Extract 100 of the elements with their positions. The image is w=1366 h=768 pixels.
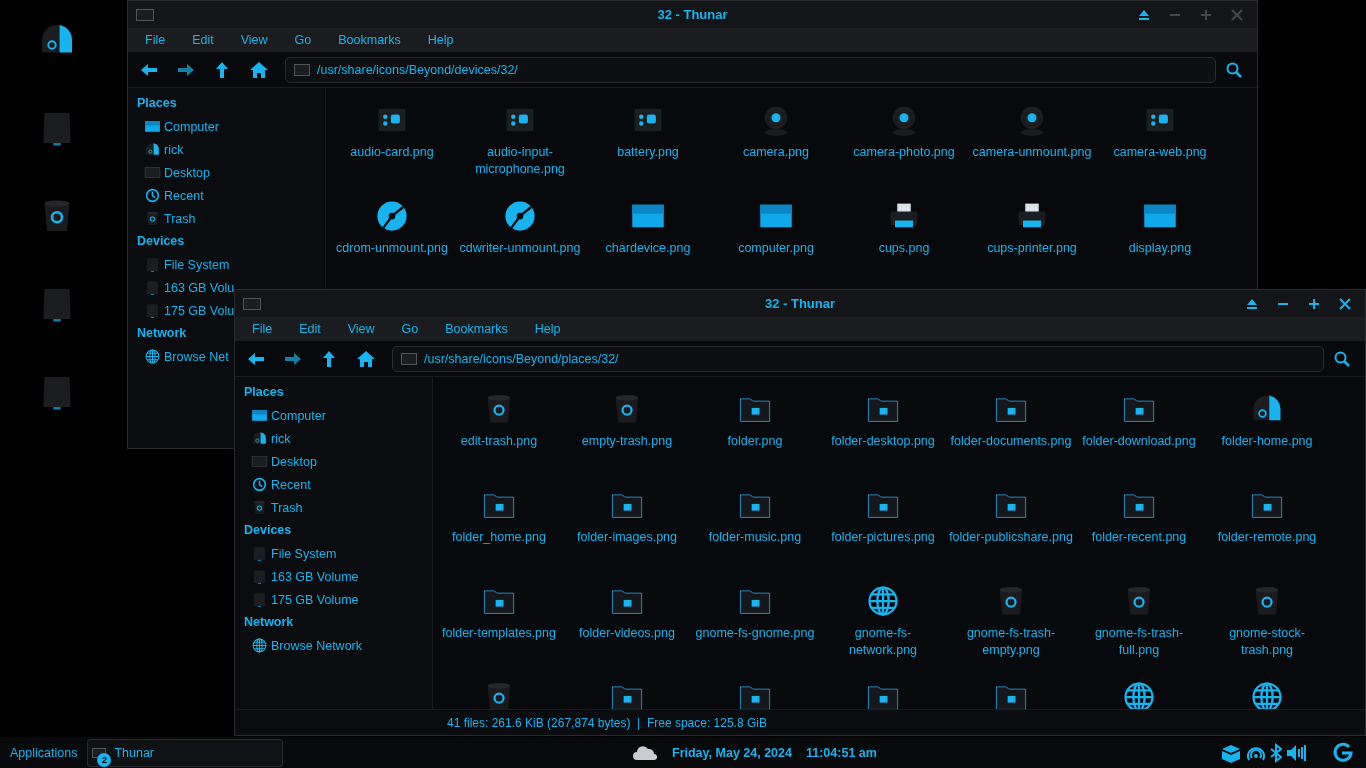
shade-icon[interactable]	[1138, 9, 1150, 20]
clock-icon	[144, 187, 161, 204]
file-name[interactable]: edit-trash.png	[460, 433, 538, 450]
file-name[interactable]: gnome-stock-trash.png	[1205, 625, 1329, 659]
back-icon[interactable]	[141, 62, 157, 77]
sidebar-item[interactable]: File System	[144, 253, 230, 276]
sidebar-item[interactable]: rick	[251, 427, 291, 450]
window-icon	[136, 8, 154, 21]
power-icon[interactable]	[1332, 741, 1354, 764]
task-button[interactable]: 2 Thunar	[87, 738, 284, 767]
menu-item[interactable]: Help	[420, 33, 464, 47]
file-name[interactable]: camera-web.png	[1113, 144, 1207, 161]
menu-item[interactable]: Help	[527, 322, 571, 336]
sidebar-item[interactable]: Trash	[251, 496, 303, 519]
globe-icon	[1121, 679, 1157, 709]
sidebar-item[interactable]: Recent	[144, 184, 204, 207]
status-text: 41 files: 261.6 KiB (267,874 bytes) | Free space: 125.8 GiB	[447, 715, 767, 730]
sidebar-item[interactable]: Recent	[251, 473, 311, 496]
file-name[interactable]: folder-download.png	[1082, 433, 1196, 450]
file-name[interactable]: gnome-fs-gnome.png	[695, 625, 815, 642]
drive-icon	[251, 568, 268, 585]
file-name[interactable]: camera.png	[743, 144, 809, 161]
menu-item[interactable]: File	[138, 33, 176, 47]
sidebar-item[interactable]: Computer	[144, 115, 219, 138]
file-name[interactable]: audio-card.png	[350, 144, 434, 161]
menu-item[interactable]: Go	[394, 322, 429, 336]
globe-icon	[144, 348, 161, 365]
home-drive-icon	[144, 141, 161, 158]
file-name[interactable]: camera-photo.png	[853, 144, 955, 161]
window-icon	[243, 297, 261, 310]
desktop-icon	[251, 453, 268, 470]
file-name[interactable]: audio-input-microphone.png	[458, 144, 582, 178]
file-name[interactable]: cups-printer.png	[987, 240, 1077, 257]
folder-icon	[294, 63, 310, 76]
sidebar-item[interactable]: Computer	[251, 404, 326, 427]
file-name[interactable]: folder-recent.png	[1091, 529, 1187, 546]
bluetooth-icon[interactable]	[1270, 742, 1282, 763]
file-name[interactable]: folder-templates.png	[442, 625, 556, 642]
sidebar-item[interactable]: Browse Network	[251, 634, 362, 657]
file-name[interactable]: cups.png	[878, 240, 930, 257]
file-name[interactable]: folder-publicshare.png	[949, 529, 1073, 546]
sidebar-item[interactable]: 163 GB Volu	[144, 276, 235, 299]
file-name[interactable]: gnome-fs-trash-full.png	[1077, 625, 1201, 659]
file-name[interactable]: camera-unmount.png	[972, 144, 1092, 161]
file-name[interactable]: computer.png	[738, 240, 814, 257]
up-icon[interactable]	[322, 350, 336, 367]
sidebar-item[interactable]: Trash	[144, 207, 196, 230]
up-icon[interactable]	[215, 61, 229, 78]
menu-item[interactable]: Edit	[185, 33, 224, 47]
sidebar-heading: Devices	[137, 233, 185, 250]
back-icon[interactable]	[248, 351, 264, 366]
sidebar-item[interactable]: File System	[251, 542, 337, 565]
maximize-icon[interactable]	[1308, 297, 1320, 310]
file-name[interactable]: folder-pictures.png	[831, 529, 935, 546]
file-name[interactable]: cdwriter-unmount.png	[459, 240, 581, 257]
file-name[interactable]: gnome-fs-trash-empty.png	[949, 625, 1073, 659]
sidebar-heading: Devices	[244, 522, 292, 539]
home-icon[interactable]	[357, 350, 375, 367]
menu-item[interactable]: View	[340, 322, 385, 336]
file-name[interactable]: folder-music.png	[708, 529, 802, 546]
file-name[interactable]: folder.png	[727, 433, 783, 450]
search-icon[interactable]	[1334, 350, 1350, 367]
file-name[interactable]: folder-remote.png	[1217, 529, 1317, 546]
file-name[interactable]: battery.png	[617, 144, 679, 161]
menu-item[interactable]: File	[245, 322, 283, 336]
sidebar-item[interactable]: rick	[144, 138, 184, 161]
file-name[interactable]: folder-desktop.png	[831, 433, 935, 450]
sidebar-item[interactable]: 175 GB Volu	[144, 299, 235, 322]
file-name[interactable]: folder-videos.png	[579, 625, 675, 642]
file-name[interactable]: folder_home.png	[452, 529, 546, 546]
file-name[interactable]: folder-images.png	[576, 529, 678, 546]
sidebar-item[interactable]: Desktop	[144, 161, 210, 184]
path-field[interactable]: /usr/share/icons/Beyond/places/32/	[392, 345, 1324, 372]
menu-item[interactable]: Bookmarks	[438, 322, 518, 336]
sidebar-heading: Network	[137, 325, 187, 342]
menu-item[interactable]: View	[233, 33, 278, 47]
close-icon[interactable]	[1339, 297, 1351, 310]
sidebar-heading: Places	[244, 384, 284, 401]
box-icon[interactable]	[1220, 742, 1242, 763]
search-icon[interactable]	[1226, 61, 1242, 78]
file-name[interactable]: chardevice.png	[605, 240, 691, 257]
applications-menu[interactable]: Applications	[0, 745, 88, 760]
file-name[interactable]: folder-home.png	[1221, 433, 1313, 450]
file-name[interactable]: gnome-fs-network.png	[821, 625, 945, 659]
home-icon[interactable]	[250, 61, 268, 78]
path-field[interactable]: /usr/share/icons/Beyond/devices/32/	[285, 56, 1216, 83]
file-name[interactable]: folder-documents.png	[950, 433, 1072, 450]
file-name[interactable]: empty-trash.png	[581, 433, 673, 450]
sidebar-item[interactable]: 163 GB Volume	[251, 565, 359, 588]
shade-icon[interactable]	[1246, 298, 1258, 309]
sidebar-item[interactable]: Browse Net	[144, 345, 229, 368]
file-name[interactable]: cdrom-unmount.png	[336, 240, 448, 257]
drive-icon	[144, 279, 161, 296]
menu-item[interactable]: Go	[287, 33, 322, 47]
sidebar-item[interactable]: Desktop	[251, 450, 317, 473]
volume-icon[interactable]	[1286, 743, 1308, 762]
sidebar-item[interactable]: 175 GB Volume	[251, 588, 359, 611]
menu-item[interactable]: Bookmarks	[331, 33, 411, 47]
menu-item[interactable]: Edit	[292, 322, 331, 336]
file-name[interactable]: display.png	[1128, 240, 1192, 257]
